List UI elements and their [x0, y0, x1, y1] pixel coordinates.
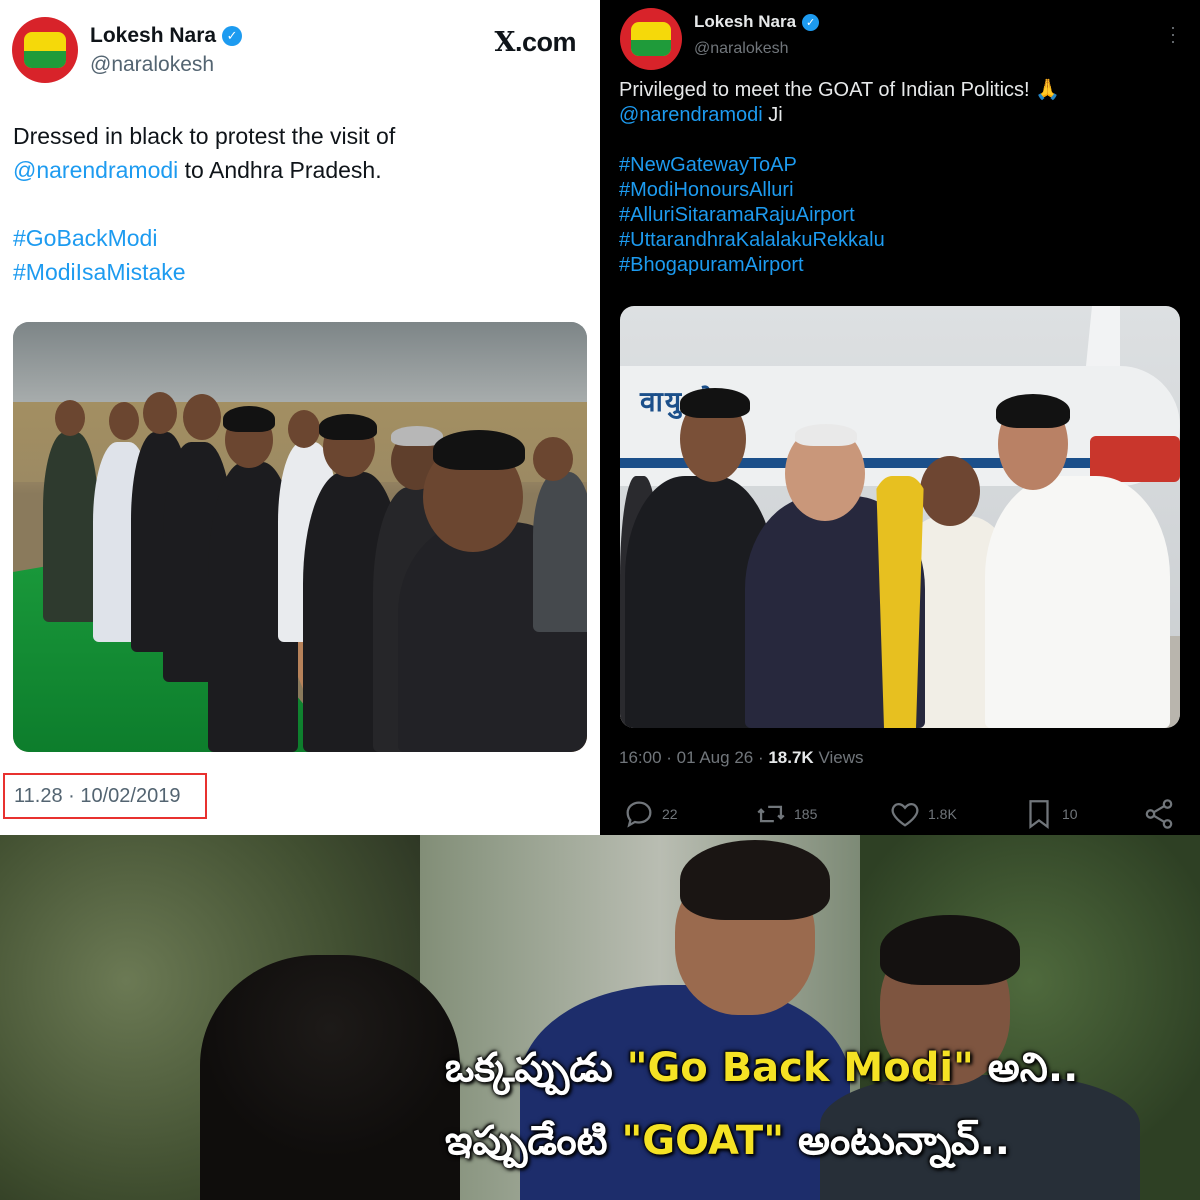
- meme-caption-line2: ఇప్పుడేంటి "GOAT" అంటున్నావ్..: [445, 1115, 1185, 1167]
- views-label: Views: [813, 748, 864, 767]
- timestamp-highlight[interactable]: 11.28 · 10/02/2019: [3, 773, 207, 819]
- caption-text: అని..: [973, 1045, 1079, 1091]
- like-count: 1.8K: [928, 806, 957, 822]
- hashtag-link[interactable]: #ModiIsaMistake: [13, 255, 583, 289]
- bookmark-button[interactable]: 10: [1022, 797, 1078, 831]
- repost-icon: [757, 805, 785, 823]
- verified-badge-icon: ✓: [802, 13, 820, 31]
- tweet-text-line2: to Andhra Pradesh.: [178, 157, 382, 183]
- hashtag-link[interactable]: #GoBackModi: [13, 221, 583, 255]
- tweet-text-line1: Dressed in black to protest the visit of: [13, 123, 396, 149]
- author-name-row: Lokesh Nara ✓: [90, 24, 243, 48]
- caption-highlight: "Go Back Modi": [626, 1045, 974, 1091]
- mention-link[interactable]: @narendramodi: [13, 157, 178, 183]
- tweet-photo[interactable]: [13, 322, 587, 752]
- tweet-text: Privileged to meet the GOAT of Indian Po…: [619, 78, 1179, 278]
- bookmark-count: 10: [1062, 806, 1078, 822]
- caption-text: ఒక్కప్పుడు: [445, 1045, 627, 1091]
- display-name[interactable]: Lokesh Nara: [90, 24, 216, 48]
- avatar[interactable]: [12, 17, 78, 83]
- tweet-text: Dressed in black to protest the visit of…: [13, 119, 583, 289]
- caption-text: అంటున్నావ్..: [784, 1118, 1010, 1164]
- left-tweet-card: Lokesh Nara ✓ @naralokesh X.com Dressed …: [0, 0, 600, 835]
- right-tweet-card: Lokesh Nara ✓ @naralokesh · · · Privileged…: [600, 0, 1200, 835]
- mention-link[interactable]: @narendramodi: [619, 104, 763, 126]
- hashtag-link[interactable]: #AlluriSitaramaRajuAirport: [619, 203, 1179, 228]
- like-icon: [891, 802, 919, 827]
- meme-caption-line1: ఒక్కప్పుడు "Go Back Modi" అని..: [445, 1042, 1185, 1094]
- timestamp: 11.28 · 10/02/2019: [14, 784, 181, 807]
- tweet-photo[interactable]: वायु सेना: [620, 306, 1180, 728]
- like-button[interactable]: 1.8K: [888, 797, 957, 831]
- share-button[interactable]: [1142, 797, 1176, 831]
- author-name-row: Lokesh Nara ✓: [694, 12, 820, 32]
- more-options-icon[interactable]: · · ·: [1170, 18, 1176, 50]
- reply-icon: [626, 801, 652, 828]
- handle[interactable]: @naralokesh: [694, 40, 789, 58]
- reply-button[interactable]: 22: [622, 797, 678, 831]
- caption-text: ఇప్పుడేంటి: [445, 1118, 622, 1164]
- tweet-meta: 16:00 · 01 Aug 26 · 18.7K Views: [619, 748, 863, 768]
- tweet-text-line1: Privileged to meet the GOAT of Indian Po…: [619, 79, 1061, 101]
- tweet-actions-bar: 22 185 1.8K 10: [620, 797, 1180, 833]
- hashtag-link[interactable]: #NewGatewayToAP: [619, 153, 1179, 178]
- mention-suffix: Ji: [762, 104, 783, 126]
- tweet-timestamp[interactable]: 16:00 · 01 Aug 26 ·: [619, 748, 768, 767]
- hashtag-link[interactable]: #UttarandhraKalalakuRekkalu: [619, 228, 1179, 253]
- hashtag-link[interactable]: #ModiHonoursAlluri: [619, 178, 1179, 203]
- avatar[interactable]: [620, 8, 682, 70]
- x-com-badge: X.com: [494, 27, 577, 58]
- site-badge-text: .com: [514, 27, 577, 57]
- hashtag-link[interactable]: #BhogapuramAirport: [619, 253, 1179, 278]
- views-count: 18.7K: [768, 748, 814, 767]
- repost-button[interactable]: 185: [754, 797, 817, 831]
- share-icon: [1145, 799, 1173, 829]
- display-name[interactable]: Lokesh Nara: [694, 12, 796, 32]
- caption-highlight: "GOAT": [621, 1118, 785, 1164]
- reply-count: 22: [662, 806, 678, 822]
- repost-count: 185: [794, 806, 818, 822]
- meme-still: ఒక్కప్పుడు "Go Back Modi" అని.. ఇప్పుడేం…: [0, 835, 1200, 1200]
- bookmark-icon: [1029, 800, 1049, 830]
- handle[interactable]: @naralokesh: [90, 53, 214, 77]
- x-logo-icon: X: [494, 27, 516, 58]
- verified-badge-icon: ✓: [222, 26, 243, 46]
